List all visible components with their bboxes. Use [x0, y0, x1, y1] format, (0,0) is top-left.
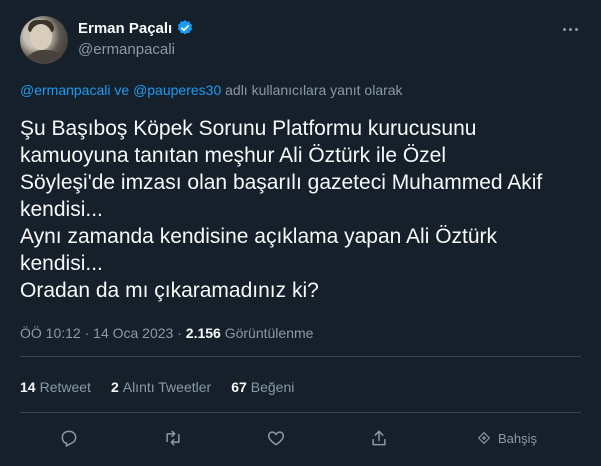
- quotes-label: Alıntı Tweetler: [122, 379, 212, 395]
- reply-icon: [61, 430, 77, 448]
- share-button[interactable]: [369, 423, 389, 453]
- divider-top: [20, 356, 581, 357]
- avatar-face: [30, 24, 52, 50]
- tweet-actions: Bahşiş: [0, 423, 601, 453]
- author-handle[interactable]: @ermanpacali: [78, 41, 194, 58]
- reply-suffix: adlı kullanıcılara yanıt olarak: [225, 82, 403, 98]
- tip-button[interactable]: Bahşiş: [476, 423, 537, 453]
- tweet-stats: 14 Retweet 2 Alıntı Tweetler 67 Beğeni: [20, 379, 294, 395]
- likes-count: 67: [231, 379, 247, 395]
- share-icon: [372, 430, 386, 446]
- meta-separator: ·: [177, 325, 182, 341]
- author-display-name[interactable]: Erman Paçalı: [78, 20, 172, 37]
- reply-context: @ermanpacali ve @pauperes30 adlı kullanı…: [20, 82, 403, 98]
- heart-icon: [267, 431, 285, 446]
- author-avatar[interactable]: [20, 16, 68, 64]
- retweet-button[interactable]: [163, 423, 183, 453]
- more-options-icon[interactable]: [557, 20, 583, 38]
- meta-separator: ·: [84, 325, 90, 341]
- author-info: Erman Paçalı @ermanpacali: [78, 19, 194, 58]
- verified-badge-icon: [178, 20, 193, 35]
- tweet-detail: Erman Paçalı @ermanpacali @ermanpacali v…: [0, 0, 601, 466]
- retweets-label: Retweet: [39, 379, 91, 395]
- reply-mention-pauperes30[interactable]: @pauperes30: [133, 82, 221, 98]
- tweet-date[interactable]: 14 Oca 2023: [93, 325, 173, 341]
- views-label: Görüntülenme: [224, 325, 314, 341]
- retweet-icon: [166, 430, 180, 446]
- avatar-shirt: [24, 50, 66, 64]
- tip-icon: [478, 432, 490, 444]
- retweets-count: 14: [20, 379, 36, 395]
- reply-button[interactable]: [59, 423, 79, 453]
- author-name-row[interactable]: Erman Paçalı: [78, 19, 194, 37]
- reply-mention-ermanpacali[interactable]: @ermanpacali: [20, 82, 110, 98]
- divider-bottom: [20, 412, 581, 413]
- like-button[interactable]: [266, 423, 286, 453]
- tip-label: Bahşiş: [498, 430, 538, 446]
- retweets-stat[interactable]: 14 Retweet: [20, 379, 91, 395]
- tweet-time[interactable]: ÖÖ 10:12: [20, 325, 81, 341]
- quotes-count: 2: [110, 379, 119, 395]
- tweet-text: Şu Başıboş Köpek Sorunu Platformu kurucu…: [20, 117, 543, 302]
- likes-stat[interactable]: 67 Beğeni: [231, 379, 294, 395]
- views-count: 2.156: [185, 325, 221, 341]
- likes-label: Beğeni: [250, 379, 295, 395]
- quotes-stat[interactable]: 2 Alıntı Tweetler: [111, 379, 211, 395]
- tweet-meta: ÖÖ 10:12 · 14 Oca 2023 · 2.156 Görüntüle…: [20, 325, 313, 341]
- reply-connector[interactable]: ve: [114, 82, 129, 98]
